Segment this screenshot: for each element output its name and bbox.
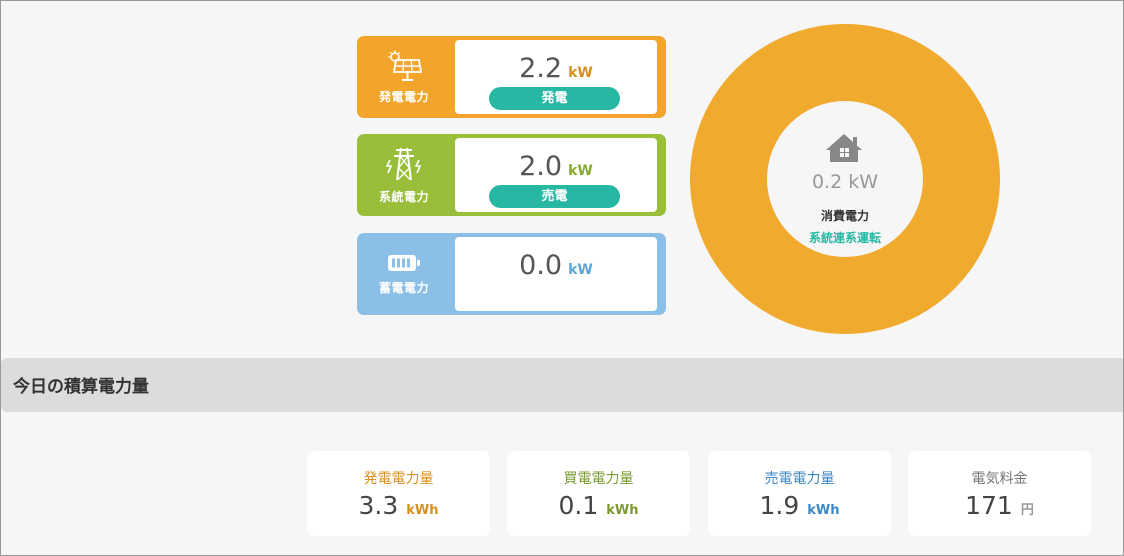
battery-icon <box>388 254 420 271</box>
total-number: 171 <box>965 491 1013 520</box>
grid-value-panel: 2.0 kW 売電 <box>455 138 657 212</box>
battery-value-panel: 0.0 kW <box>455 237 657 311</box>
total-unit: kWh <box>406 503 439 518</box>
solar-status-badge: 発電 <box>489 87 620 110</box>
sold-energy-total: 売電電力量 1.9 kWh <box>708 451 891 536</box>
total-label: 電気料金 <box>971 471 1028 487</box>
battery-value: 0.0 kW <box>455 250 657 281</box>
total-label: 発電電力量 <box>363 471 434 487</box>
solar-value-number: 2.2 <box>519 53 563 84</box>
solar-value: 2.2 kW <box>455 53 657 84</box>
grid-card-label: 系統電力 <box>378 189 429 204</box>
consumption-value: 0.2 kW <box>811 171 879 193</box>
solar-value-panel: 2.2 kW 発電 <box>455 40 657 114</box>
solar-panel-icon <box>388 50 422 81</box>
solar-power-card: 発電電力 2.2 kW 発電 <box>357 36 666 118</box>
grid-status-badge: 売電 <box>489 185 620 208</box>
solar-card-label: 発電電力 <box>378 89 429 104</box>
consumption-donut: 0.2 kW 消費電力 系統連系運転 <box>690 24 1000 334</box>
house-icon <box>826 134 862 162</box>
battery-card-icon-area: 蓄電電力 <box>357 233 451 315</box>
solar-value-unit: kW <box>568 65 593 81</box>
grid-value: 2.0 kW <box>455 151 657 182</box>
total-number: 3.3 <box>358 491 399 520</box>
total-value: 1.9 kWh <box>708 491 891 520</box>
battery-card-label: 蓄電電力 <box>378 280 429 295</box>
total-unit: kWh <box>807 503 840 518</box>
grid-card-icon-area: 系統電力 <box>357 134 451 216</box>
power-tower-icon <box>385 147 422 180</box>
total-value: 171 円 <box>908 491 1091 520</box>
generated-energy-total: 発電電力量 3.3 kWh <box>307 451 490 536</box>
grid-power-card: 系統電力 2.0 kW 売電 <box>357 134 666 216</box>
total-number: 0.1 <box>558 491 599 520</box>
total-label: 売電電力量 <box>764 471 835 487</box>
total-unit: 円 <box>1020 503 1034 518</box>
consumption-label: 消費電力 <box>820 209 869 223</box>
total-value: 0.1 kWh <box>507 491 690 520</box>
grid-value-number: 2.0 <box>519 151 563 182</box>
battery-value-unit: kW <box>568 262 593 278</box>
battery-value-number: 0.0 <box>519 250 563 281</box>
purchased-energy-total: 買電電力量 0.1 kWh <box>507 451 690 536</box>
consumption-center: 0.2 kW 消費電力 系統連系運転 <box>767 101 923 257</box>
total-unit: kWh <box>606 503 639 518</box>
total-label: 買電電力量 <box>563 471 634 487</box>
section-title: 今日の積算電力量 <box>13 377 149 397</box>
solar-card-icon-area: 発電電力 <box>357 36 451 118</box>
battery-power-card: 蓄電電力 0.0 kW <box>357 233 666 315</box>
total-value: 3.3 kWh <box>307 491 490 520</box>
electricity-cost-total: 電気料金 171 円 <box>908 451 1091 536</box>
daily-total-section-header: 今日の積算電力量 <box>1 358 1123 412</box>
operation-status: 系統連系運転 <box>808 231 881 245</box>
total-number: 1.9 <box>759 491 800 520</box>
grid-value-unit: kW <box>568 163 593 179</box>
